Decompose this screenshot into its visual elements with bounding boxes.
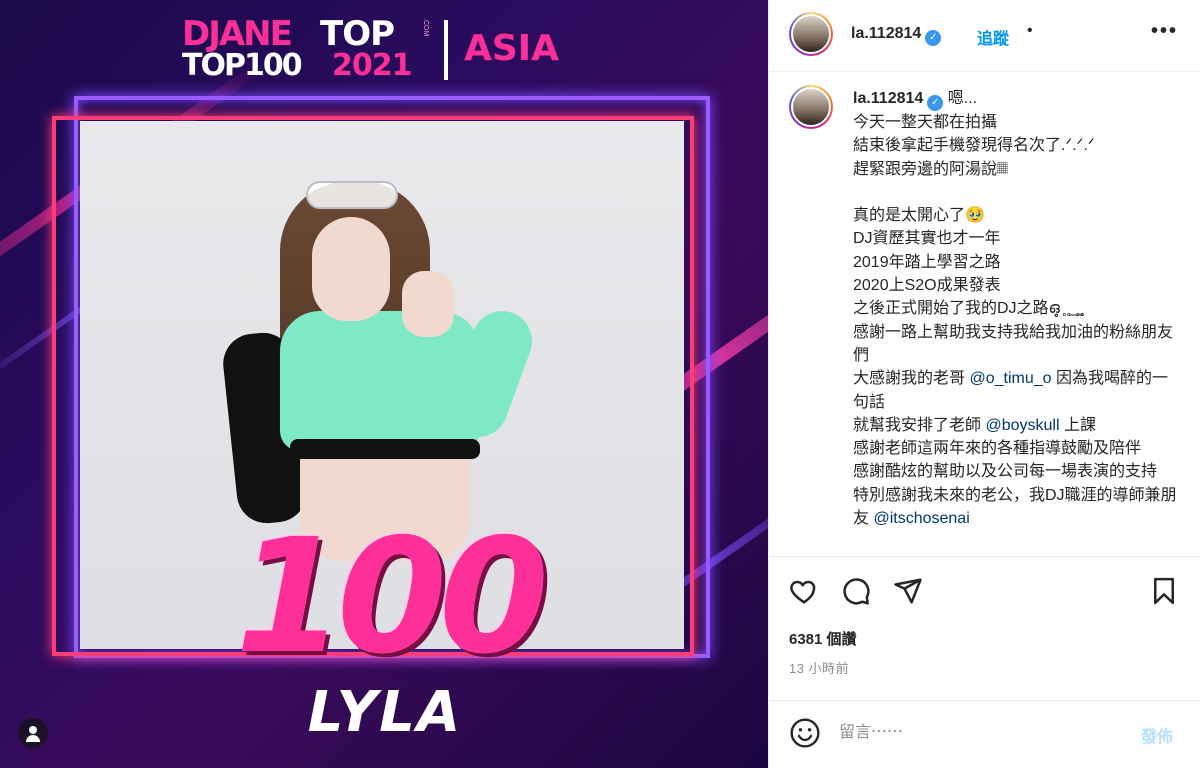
bookmark-icon[interactable]	[1149, 576, 1179, 606]
mention-link[interactable]: @o_timu_o	[969, 370, 1051, 387]
header-separator: •	[1027, 22, 1033, 39]
header-username[interactable]: la.112814 ✓	[851, 25, 942, 46]
follow-button[interactable]: 追蹤	[977, 25, 1009, 49]
rank-number: 100	[235, 505, 549, 689]
caption-line: 今天一整天都在拍攝	[853, 114, 998, 131]
heart-icon[interactable]	[789, 576, 819, 606]
send-icon[interactable]	[893, 576, 923, 606]
username-text[interactable]: la.112814	[851, 25, 921, 42]
logo-list-name: TOP100	[182, 48, 303, 83]
logo-year: 2021	[332, 48, 412, 83]
post-timestamp[interactable]: 13 小時前	[789, 658, 849, 677]
caption-username[interactable]: la.112814	[853, 90, 923, 107]
post-header: la.112814 ✓ • 追蹤 •••	[769, 0, 1200, 72]
caption-line: 2020上S2O成果發表	[853, 277, 1001, 295]
logo-divider	[444, 20, 448, 80]
caption-text-segment: 上課	[1059, 416, 1096, 434]
comment-input[interactable]	[839, 719, 1129, 747]
action-bar	[769, 558, 1200, 618]
like-count[interactable]: 6381 個讚	[789, 628, 857, 649]
caption-text-segment: 就幫我安排了老師	[853, 416, 986, 434]
caption-line: 嗯...	[943, 90, 978, 107]
verified-badge-icon: ✓	[927, 95, 944, 111]
post-comment-button[interactable]: 發佈	[1141, 723, 1173, 747]
smiley-icon[interactable]	[789, 717, 821, 749]
caption-line: 感謝一路上幫助我支持我給我加油的粉絲朋友們	[853, 323, 1174, 364]
photo-face	[312, 217, 390, 321]
mention-link[interactable]: @itschosenai	[873, 510, 969, 527]
photo-top	[280, 311, 480, 451]
caption-line: 真的是太開心了🥹	[853, 207, 985, 225]
more-options-icon[interactable]: •••	[1151, 20, 1178, 43]
caption-line: 就幫我安排了老師 @boyskull 上課	[853, 414, 1179, 437]
caption-line: 之後正式開始了我的DJ之路ഒ̥̥ ̥ ̥ ͟ ̥ ̥̥	[853, 300, 1083, 318]
avatar[interactable]	[789, 12, 833, 56]
logo-domain-suffix: .COM	[422, 18, 429, 37]
avatar[interactable]	[789, 85, 833, 129]
photo-hands	[402, 271, 454, 337]
caption-line: 感謝酷炫的幫助以及公司每一場表演的支持	[853, 463, 1158, 481]
djane-top100-logo: DJANE TOP .COM TOP100 2021 ASIA	[182, 14, 592, 83]
comment-icon[interactable]	[841, 576, 871, 606]
mention-link[interactable]: @boyskull	[985, 417, 1059, 434]
caption-line: 特別感謝我未來的老公，我DJ職涯的導師兼朋友 @itschosenai	[853, 484, 1179, 531]
post-media[interactable]: DJANE TOP .COM TOP100 2021 ASIA 100 LYLA	[0, 0, 768, 768]
caption-text-segment: 大感謝我的老哥	[853, 370, 970, 388]
caption-text: la.112814 ✓ 嗯... 今天一整天都在拍攝 結束後拿起手機發現得名次了.…	[853, 87, 1179, 530]
user-icon-body	[26, 735, 40, 742]
caption-line	[853, 181, 1179, 204]
photo-strap	[290, 439, 480, 459]
verified-badge-icon: ✓	[925, 30, 942, 46]
artist-name: LYLA	[307, 680, 463, 745]
caption-line: 結束後拿起手機發現得名次了.ᐟ.ᐟ.ᐟ	[853, 137, 1095, 155]
logo-region: ASIA	[464, 28, 560, 69]
caption-line: 感謝老師這兩年來的各種指導鼓勵及陪伴	[853, 440, 1142, 458]
comment-bar: 發佈	[769, 700, 1200, 768]
photo-goggles	[306, 181, 398, 209]
user-icon-head	[29, 726, 37, 734]
caption-line: DJ資歷其實也才一年	[853, 230, 1001, 248]
caption-section[interactable]: la.112814 ✓ 嗯... 今天一整天都在拍攝 結束後拿起手機發現得名次了.…	[769, 73, 1200, 557]
caption-line: 2019年踏上學習之路	[853, 253, 1001, 271]
post-details-panel: la.112814 ✓ • 追蹤 ••• la.112814 ✓ 嗯... 今天一整…	[768, 0, 1200, 768]
caption-line: 趕緊跟旁邊的阿湯說𝄜	[853, 160, 1008, 178]
caption-line: 大感謝我的老哥 @o_timu_o 因為我喝醉的一句話	[853, 367, 1179, 414]
tagged-user-icon[interactable]	[18, 718, 48, 748]
